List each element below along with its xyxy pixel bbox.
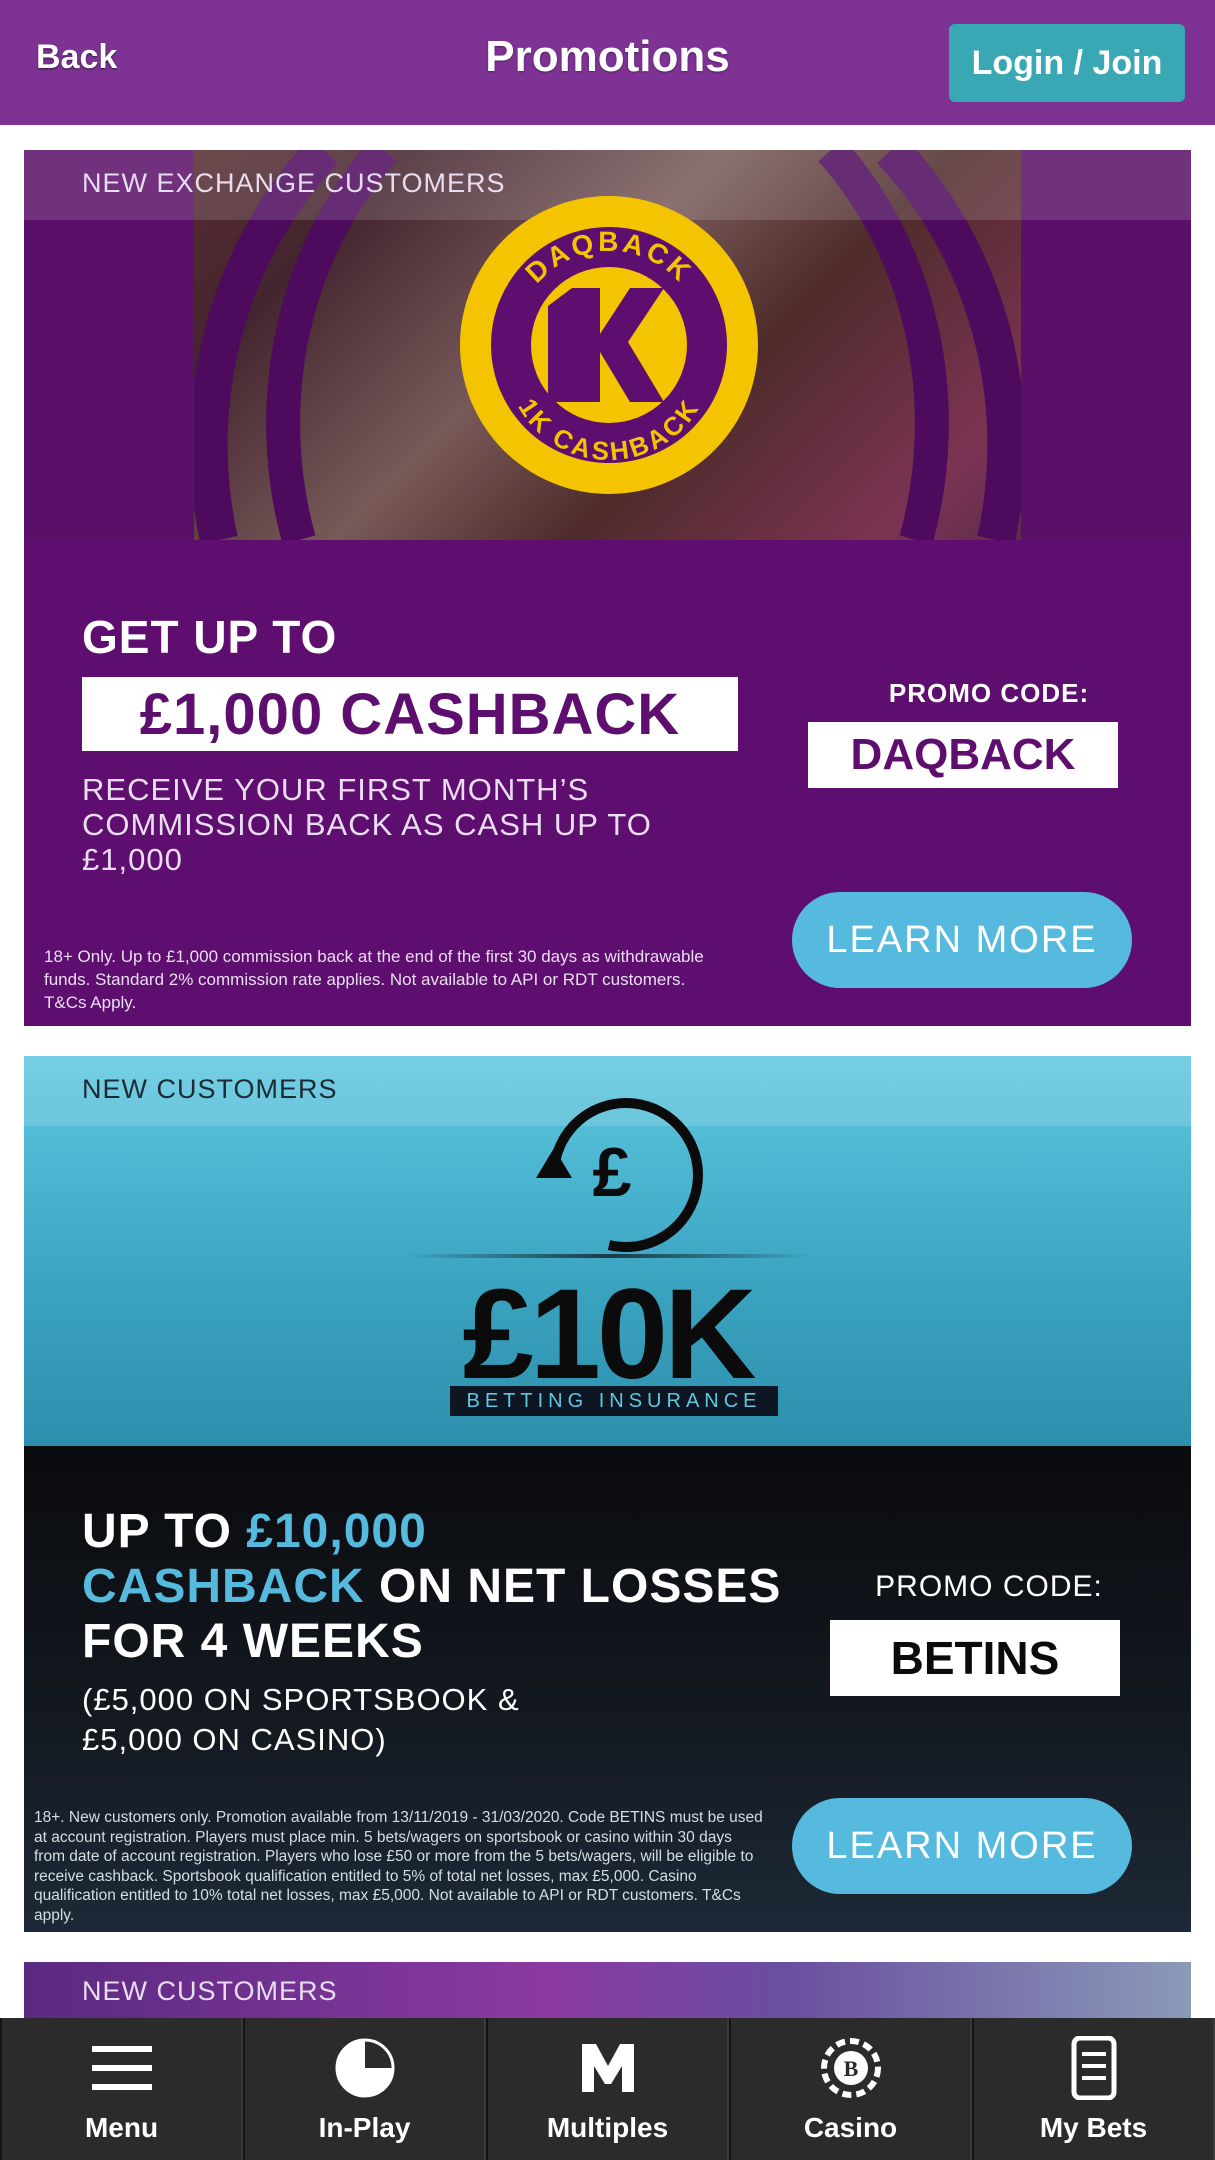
- promo-code: BETINS: [830, 1620, 1120, 1696]
- promo-code-label: PROMO CODE:: [888, 678, 1090, 708]
- nav-label: Multiples: [546, 2112, 669, 2143]
- promo-headline: GET UP TO: [82, 611, 338, 663]
- nav-label: In-Play: [318, 2112, 411, 2143]
- promo-code-label: PROMO CODE:: [875, 1570, 1103, 1603]
- nav-menu[interactable]: Menu: [0, 2018, 243, 2160]
- nav-my-bets[interactable]: My Bets: [972, 2018, 1215, 2160]
- pound-refund-icon: £: [536, 1098, 703, 1252]
- learn-more-button[interactable]: LEARN MORE: [792, 1798, 1132, 1894]
- promo-tag: NEW EXCHANGE CUSTOMERS: [82, 168, 506, 198]
- nav-label: Menu: [84, 2112, 159, 2143]
- nav-in-play[interactable]: In-Play: [243, 2018, 486, 2160]
- app-header: Back Promotions Login / Join: [0, 0, 1215, 125]
- bottom-navigation: Menu In-Play Multiples B Casino My Bets: [0, 2018, 1215, 2160]
- svg-text:£: £: [593, 1133, 632, 1211]
- casino-chip-icon: B: [820, 2038, 881, 2098]
- betslip-icon: [1071, 2036, 1116, 2100]
- divider: [404, 1254, 814, 1258]
- promo-big-value-sub: BETTING INSURANCE: [450, 1386, 778, 1416]
- multiples-m-icon: [581, 2044, 634, 2092]
- daqback-1k-icon: DAQBACK 1K CASHBACK: [491, 226, 727, 466]
- back-button[interactable]: Back: [36, 38, 117, 77]
- promo-body: RECEIVE YOUR FIRST MONTH’S COMMISSION BA…: [82, 772, 652, 877]
- daqback-logo: DAQBACK 1K CASHBACK: [460, 196, 758, 494]
- promo-headline: UP TO £10,000 CASHBACK ON NET LOSSES FOR …: [82, 1504, 782, 1669]
- promo-big-value: £10K: [462, 1263, 757, 1406]
- nav-label: My Bets: [1039, 2112, 1148, 2143]
- login-join-button[interactable]: Login / Join: [949, 24, 1185, 102]
- nav-multiples[interactable]: Multiples: [486, 2018, 729, 2160]
- promo-subtext: (£5,000 ON SPORTSBOOK & £5,000 ON CASINO…: [82, 1682, 520, 1757]
- nav-casino[interactable]: B Casino: [729, 2018, 972, 2160]
- terms-fine-print: 18+ Only. Up to £1,000 commission back a…: [44, 947, 704, 1012]
- svg-text:B: B: [843, 2056, 858, 2081]
- nav-label: Casino: [803, 2112, 898, 2143]
- promo-tag: NEW CUSTOMERS: [82, 1074, 338, 1104]
- promo-card-daqback[interactable]: NEW EXCHANGE CUSTOMERS DAQBACK 1K CASHBA…: [24, 150, 1191, 1026]
- in-play-pie-icon: [335, 2038, 394, 2098]
- learn-more-button[interactable]: LEARN MORE: [792, 892, 1132, 988]
- promo-card-betting-insurance[interactable]: NEW CUSTOMERS £ £10K BETTING INSURANCE U…: [24, 1056, 1191, 1932]
- headline-highlight-2: CASHBACK: [82, 1560, 365, 1613]
- promo-code: DAQBACK: [808, 722, 1118, 788]
- terms-fine-print: 18+. New customers only. Promotion avail…: [34, 1809, 763, 1924]
- promo-amount: £1,000 CASHBACK: [82, 677, 738, 751]
- hamburger-icon: [91, 2046, 152, 2090]
- headline-highlight-1: £10,000: [246, 1505, 427, 1558]
- promo-banner-image: NEW CUSTOMERS £ £10K BETTING INSURANCE: [24, 1056, 1191, 1446]
- promo-tag: NEW CUSTOMERS: [82, 1976, 338, 2006]
- headline-part-1: UP TO: [82, 1505, 247, 1558]
- promo-banner-image: NEW EXCHANGE CUSTOMERS DAQBACK 1K CASHBA…: [24, 150, 1191, 540]
